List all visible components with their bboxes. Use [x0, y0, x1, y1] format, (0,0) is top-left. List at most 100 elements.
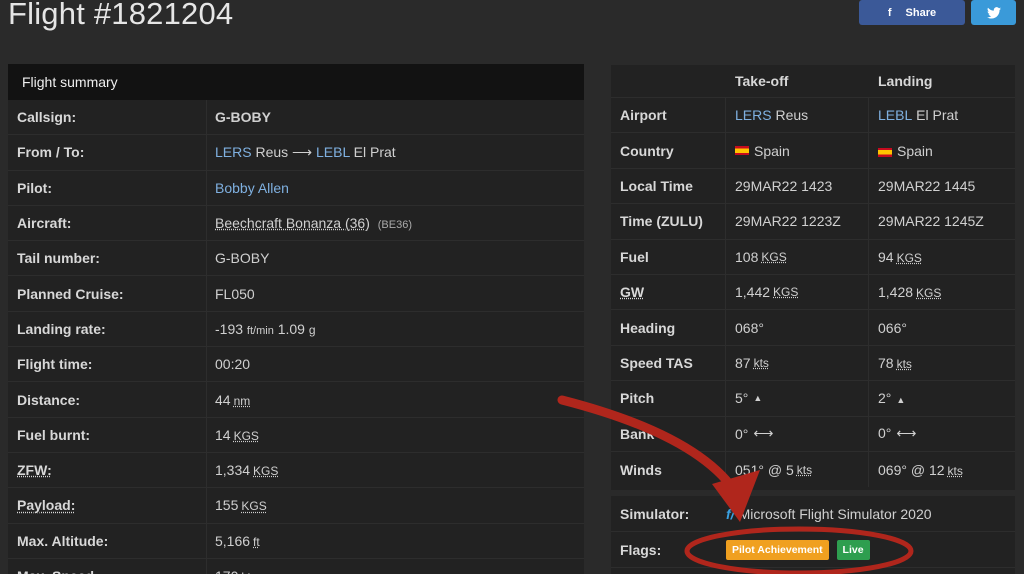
share-label: Share [905, 6, 937, 19]
from-airport-link[interactable]: LERS [215, 144, 252, 160]
cruise-row: Planned Cruise: FL050 [8, 276, 584, 312]
spain-flag-icon [735, 146, 749, 156]
flight-time-label: Flight time: [8, 347, 207, 382]
takeoff-gw-unit: KGS [773, 285, 799, 300]
aircraft-code: (BE36) [377, 219, 413, 232]
takeoff-winds-unit: kts [796, 462, 813, 477]
country-label: Country [611, 133, 726, 168]
country-row: Country Spain Spain [611, 133, 1015, 169]
details-header: Take-off Landing [611, 65, 1015, 98]
live-badge[interactable]: Live [836, 539, 870, 560]
aircraft-label: Aircraft: [8, 205, 207, 241]
to-airport-link[interactable]: LEBL [316, 144, 350, 160]
landing-gw-unit: KGS [916, 286, 942, 301]
flight-details-panel: Take-off Landing Airport LERS Reus LEBL … [611, 65, 1015, 490]
simulator-value: Microsoft Flight Simulator 2020 [738, 505, 932, 522]
landing-heading: 066° [878, 319, 907, 336]
fuel-burnt-value: 14 [215, 426, 231, 443]
facebook-icon: f [887, 6, 892, 19]
to-airport-name: El Prat [353, 143, 396, 160]
landing-fuel-unit: KGS [896, 250, 922, 265]
bank-row: Bank 0° ⟷ 0° ⟷ [611, 416, 1015, 452]
landing-g-unit: g [308, 322, 316, 337]
simulator-label: Simulator: [620, 505, 690, 522]
pilot-link[interactable]: Bobby Allen [215, 180, 289, 196]
callsign-value: G-BOBY [215, 109, 271, 126]
msfs-logo-icon: f/ [726, 505, 735, 522]
max-speed-unit: kts [241, 570, 256, 574]
landing-g-value: 1.09 [277, 320, 305, 337]
local-time-row: Local Time 29MAR22 1423 29MAR22 1445 [611, 168, 1015, 205]
max-altitude-label: Max. Altitude: [8, 523, 207, 558]
max-altitude-unit: ft [253, 534, 260, 549]
landing-airport-link[interactable]: LEBL [878, 107, 912, 123]
cruise-label: Planned Cruise: [8, 276, 207, 311]
takeoff-local-time: 29MAR22 1423 [726, 168, 869, 204]
takeoff-zulu-time: 29MAR22 1223Z [726, 204, 869, 239]
takeoff-airport-name: Reus [775, 107, 809, 124]
takeoff-speed-unit: kts [753, 355, 769, 370]
gw-label: GW [620, 284, 645, 301]
facebook-share-button[interactable]: f Share [859, 0, 965, 25]
max-speed-value: 170 [215, 568, 238, 574]
speed-tas-row: Speed TAS 87 kts 78 kts [611, 345, 1015, 382]
landing-speed-unit: kts [896, 356, 912, 371]
distance-row: Distance: 44 nm [8, 382, 584, 418]
payload-label: Payload: [17, 497, 76, 514]
heading-row: Heading 068° 066° [611, 310, 1015, 346]
takeoff-heading: 068° [726, 310, 869, 345]
takeoff-airport-link[interactable]: LERS [735, 107, 772, 123]
payload-value: 155 [215, 497, 239, 514]
simulator-panel: Simulator: f/Microsoft Flight Simulator … [611, 496, 1015, 574]
pilot-achievement-badge[interactable]: Pilot Achievement [726, 539, 829, 560]
landing-winds-unit: kts [947, 463, 963, 478]
bank-level-icon: ⟷ [753, 425, 774, 442]
callsign-row: Callsign: G-BOBY [8, 100, 584, 136]
route-arrow: ⟶ [292, 143, 313, 160]
pilot-row: Pilot: Bobby Allen [8, 170, 584, 206]
takeoff-winds: 051° @ 5 [735, 461, 794, 478]
landing-speed: 78 [878, 354, 894, 371]
distance-label: Distance: [8, 382, 207, 417]
payload-row: Payload: 155 KGS [8, 488, 584, 524]
airport-label: Airport [611, 98, 726, 133]
max-speed-label: Max. Speed: [8, 558, 207, 574]
zfw-row: ZFW: 1,334 KGS [8, 452, 584, 489]
twitter-share-button[interactable] [971, 0, 1016, 25]
takeoff-fuel: 108 [735, 248, 759, 265]
max-speed-row: Max. Speed: 170kts [8, 558, 584, 574]
zfw-value: 1,334 [215, 462, 251, 479]
distance-unit: nm [233, 393, 251, 408]
fuel-burnt-label: Fuel burnt: [8, 417, 207, 452]
takeoff-column-header: Take-off [735, 73, 789, 89]
fuel-burnt-unit: KGS [233, 428, 259, 443]
aircraft-value[interactable]: Beechcraft Bonanza (36) [215, 215, 370, 231]
winds-row: Winds 051° @ 5 kts 069° @ 12 kts [611, 451, 1015, 488]
tail-label: Tail number: [8, 241, 207, 276]
landing-airport-name: El Prat [916, 107, 959, 124]
takeoff-speed: 87 [735, 354, 751, 371]
flight-time-row: Flight time: 00:20 [8, 347, 584, 383]
from-to-row: From / To: LERS Reus ⟶ LEBL El Prat [8, 135, 584, 171]
landing-zulu-time: 29MAR22 1245Z [878, 213, 984, 230]
callsign-label: Callsign: [8, 100, 207, 135]
landing-rate-label: Landing rate: [8, 311, 207, 347]
landing-rate-unit: ft/min [246, 324, 274, 337]
zulu-time-row: Time (ZULU) 29MAR22 1223Z 29MAR22 1245Z [611, 204, 1015, 240]
distance-value: 44 [215, 391, 231, 408]
takeoff-country: Spain [754, 142, 790, 159]
tail-row: Tail number: G-BOBY [8, 241, 584, 277]
bank-label: Bank [611, 416, 726, 451]
landing-rate-row: Landing rate: -193 ft/min 1.09 g [8, 311, 584, 348]
from-to-value: LERS Reus ⟶ LEBL El Prat [207, 144, 396, 161]
takeoff-gw: 1,442 [735, 284, 771, 301]
local-time-label: Local Time [611, 168, 726, 204]
zfw-unit: KGS [253, 464, 279, 479]
flight-time-value: 00:20 [215, 356, 251, 373]
pitch-row: Pitch 5° ▲ 2° ▲ [611, 381, 1015, 417]
pitch-up-icon: ▲ [896, 395, 906, 406]
takeoff-bank: 0° [735, 425, 749, 442]
bank-level-icon: ⟷ [896, 425, 917, 442]
takeoff-pitch: 5° [735, 390, 749, 407]
spain-flag-icon [878, 147, 892, 157]
